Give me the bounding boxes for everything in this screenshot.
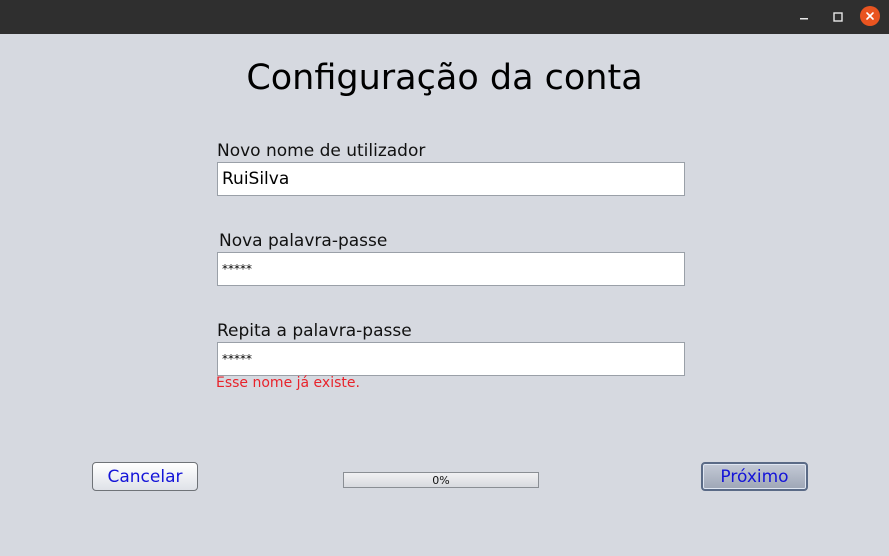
maximize-button[interactable] (827, 6, 849, 28)
progress-bar: 0% (343, 472, 539, 488)
close-icon (866, 12, 874, 20)
username-label: Novo nome de utilizador (217, 141, 426, 161)
password-label: Nova palavra-passe (219, 231, 388, 251)
page-title: Configuração da conta (246, 58, 643, 98)
next-button[interactable]: Próximo (701, 462, 808, 491)
maximize-icon (833, 12, 843, 22)
close-button[interactable] (860, 6, 880, 26)
repeat-password-label: Repita a palavra-passe (217, 321, 412, 341)
minimize-button[interactable] (793, 6, 815, 28)
minimize-icon (800, 18, 808, 20)
error-message: Esse nome já existe. (216, 375, 360, 391)
cancel-button-label: Cancelar (107, 466, 183, 487)
repeat-password-field[interactable] (217, 342, 685, 376)
window-titlebar (0, 0, 889, 34)
username-field[interactable] (217, 162, 685, 196)
next-button-label: Próximo (720, 466, 789, 487)
cancel-button[interactable]: Cancelar (92, 462, 198, 491)
password-field[interactable] (217, 252, 685, 286)
app-window: Configuração da conta Novo nome de utili… (0, 0, 889, 556)
progress-text: 0% (432, 473, 450, 487)
